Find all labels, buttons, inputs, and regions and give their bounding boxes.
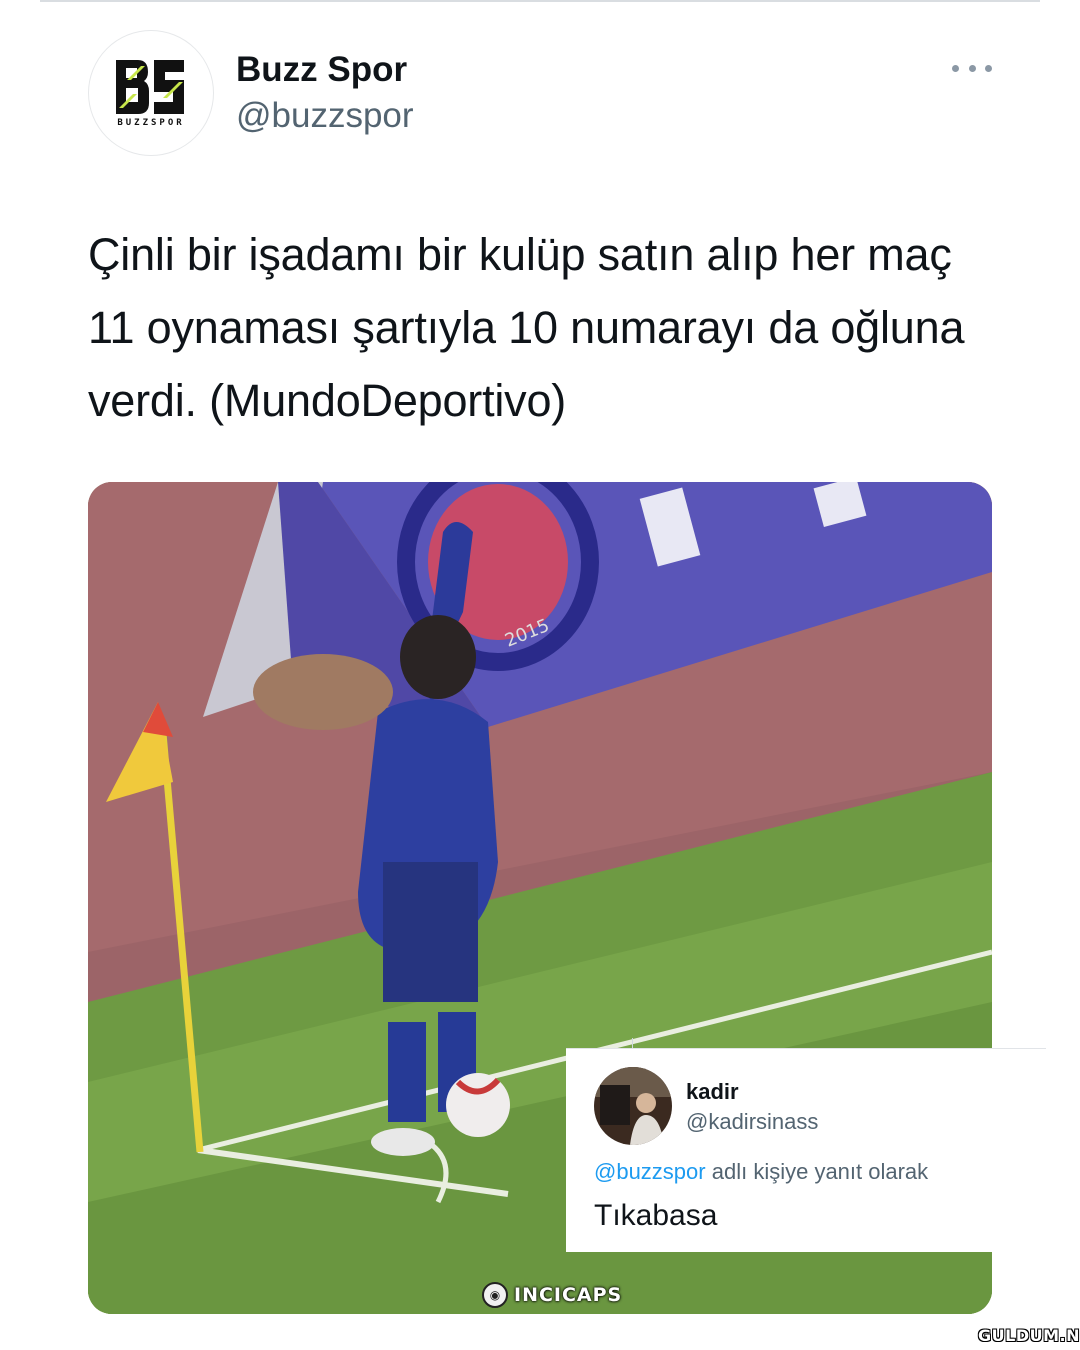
author-avatar[interactable]: BUZZSPOR — [88, 30, 214, 156]
reply-card-edge — [992, 1048, 1046, 1049]
buzzspor-logo — [113, 58, 189, 116]
dot — [952, 64, 959, 72]
reply-context: @buzzspor adlı kişiye yanıt olarak — [594, 1159, 928, 1185]
owl-icon: ◉ — [482, 1282, 508, 1308]
site-watermark: GULDUM.NET — [978, 1326, 1080, 1345]
reply-author-name[interactable]: kadir — [686, 1079, 739, 1105]
tweet-screenshot: BUZZSPOR Buzz Spor @buzzspor Çinli bir i… — [0, 0, 1080, 1350]
incicaps-watermark: ◉ INCICAPS — [482, 1282, 622, 1308]
avatar-logo-subtitle: BUZZSPOR — [117, 118, 185, 128]
dot — [968, 64, 976, 72]
reply-text: Tıkabasa — [594, 1199, 718, 1232]
top-divider — [40, 0, 1040, 2]
dot — [985, 64, 992, 72]
reply-avatar-photo — [594, 1067, 672, 1145]
reply-author-handle[interactable]: @kadirsinass — [686, 1109, 818, 1135]
reply-context-text: adlı kişiye yanıt olarak — [711, 1159, 929, 1184]
author-name[interactable]: Buzz Spor — [236, 50, 407, 90]
tweet-text: Çinli bir işadamı bir kulüp satın alıp h… — [88, 229, 965, 426]
reply-card[interactable]: kadir @kadirsinass @buzzspor adlı kişiye… — [566, 1048, 992, 1252]
reply-author-avatar[interactable] — [594, 1067, 672, 1145]
reply-mention-link[interactable]: @buzzspor — [594, 1159, 706, 1184]
author-handle[interactable]: @buzzspor — [236, 96, 414, 136]
more-horizontal-icon[interactable] — [952, 56, 992, 80]
watermark-text: INCICAPS — [514, 1284, 623, 1306]
bs-logo-mark — [116, 60, 184, 114]
